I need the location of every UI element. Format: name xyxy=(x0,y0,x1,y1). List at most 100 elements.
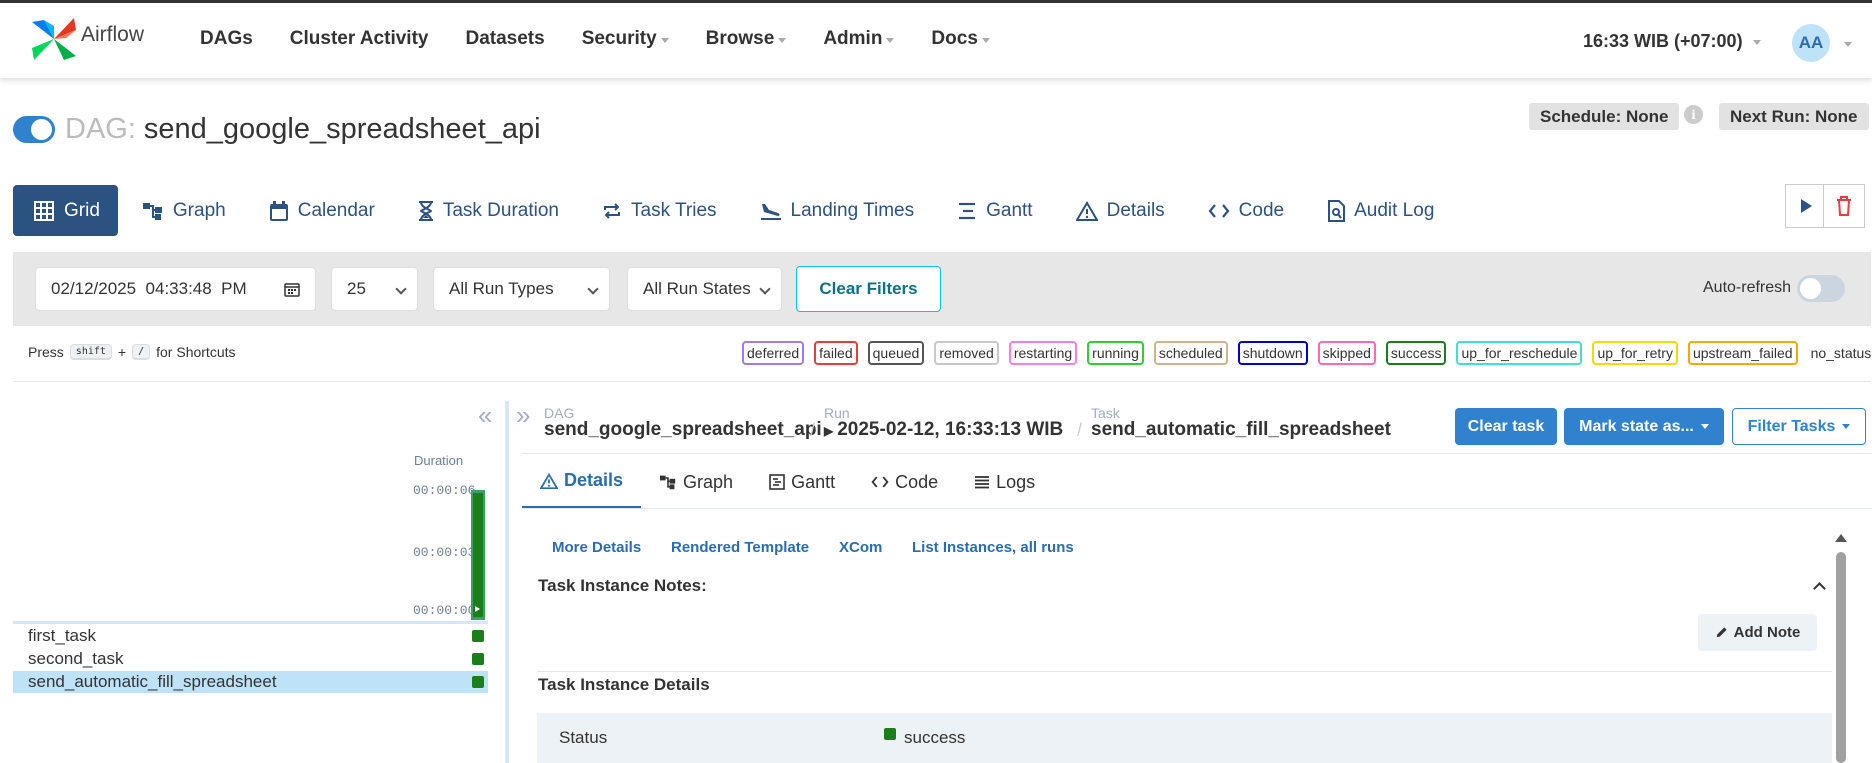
divider xyxy=(13,381,1871,382)
task-row-first-task[interactable]: first_task xyxy=(13,625,488,647)
tab-task-logs[interactable]: Logs xyxy=(956,455,1053,509)
filter-tasks-button[interactable]: Filter Tasks xyxy=(1732,408,1866,445)
base-date-input[interactable]: 02/12/2025 04:33:48 PM xyxy=(35,267,316,311)
tab-audit-log[interactable]: Audit Log xyxy=(1308,185,1453,236)
legend-up-for-retry[interactable]: up_for_retry xyxy=(1592,341,1678,365)
collapse-grid-icon[interactable]: « xyxy=(478,402,492,428)
caret-down-icon xyxy=(981,37,990,43)
chevron-down-icon xyxy=(395,283,407,295)
tab-landing-times-label: Landing Times xyxy=(790,199,915,221)
num-runs-value: 25 xyxy=(347,279,366,298)
legend-upstream-failed[interactable]: upstream_failed xyxy=(1687,341,1798,365)
tab-graph[interactable]: Graph xyxy=(123,185,245,236)
tab-task-graph-label: Graph xyxy=(683,471,734,492)
scroll-up-arrow-icon[interactable] xyxy=(1835,534,1847,542)
info-icon[interactable]: i xyxy=(1684,105,1703,124)
legend-removed[interactable]: removed xyxy=(934,341,999,365)
trigger-dag-button[interactable] xyxy=(1785,184,1827,228)
airflow-logo[interactable]: Airflow xyxy=(30,16,144,62)
shift-key: shift xyxy=(69,344,112,360)
caret-down-icon xyxy=(886,37,895,43)
caret-down-icon xyxy=(778,37,787,43)
tab-task-duration[interactable]: Task Duration xyxy=(399,185,578,236)
task-instance-success[interactable] xyxy=(472,676,484,688)
legend-queued[interactable]: queued xyxy=(867,341,925,365)
tab-calendar[interactable]: Calendar xyxy=(250,185,394,236)
tab-task-tries[interactable]: Task Tries xyxy=(583,185,736,236)
legend-no-status[interactable]: no_status xyxy=(1808,341,1872,365)
run-types-select[interactable]: All Run Types xyxy=(433,267,610,311)
legend-running[interactable]: running xyxy=(1087,341,1144,365)
run-states-select[interactable]: All Run States xyxy=(627,267,782,311)
tab-task-graph[interactable]: Graph xyxy=(641,455,751,509)
dag-pause-toggle[interactable] xyxy=(13,116,55,143)
caret-down-icon xyxy=(1842,424,1851,429)
nav-datasets-label: Datasets xyxy=(465,28,545,49)
user-avatar[interactable]: AA xyxy=(1792,24,1830,62)
tab-grid[interactable]: Grid xyxy=(13,185,118,236)
panel-resizer[interactable] xyxy=(505,401,509,763)
clear-task-button[interactable]: Clear task xyxy=(1455,408,1557,445)
view-tabs: Grid Graph Calendar Task Duration Task T… xyxy=(13,185,1458,236)
shortcuts-plus: + xyxy=(117,344,127,360)
caret-down-icon xyxy=(1752,40,1761,45)
nav-browse[interactable]: Browse xyxy=(706,28,787,50)
breadcrumb-task-value: send_automatic_fill_spreadsheet xyxy=(1091,419,1391,440)
mark-state-button[interactable]: Mark state as... xyxy=(1564,408,1724,445)
auto-refresh-toggle[interactable] xyxy=(1797,275,1845,302)
tab-task-code[interactable]: Code xyxy=(853,455,956,509)
legend-failed[interactable]: failed xyxy=(814,341,858,365)
legend-shutdown[interactable]: shutdown xyxy=(1237,341,1308,365)
dag-header: DAG: send_google_spreadsheet_api xyxy=(13,113,541,146)
tab-details-label: Details xyxy=(1106,199,1165,221)
nav-docs[interactable]: Docs xyxy=(931,28,990,50)
chevron-up-icon[interactable] xyxy=(1813,582,1826,595)
tab-code[interactable]: Code xyxy=(1189,185,1303,236)
tab-task-gantt[interactable]: Gantt xyxy=(751,455,853,509)
calendar-icon[interactable] xyxy=(284,281,300,297)
more-details-link[interactable]: More Details xyxy=(552,539,641,556)
num-runs-select[interactable]: 25 xyxy=(331,267,418,311)
dag-run-bar[interactable] xyxy=(473,493,483,617)
nav-security[interactable]: Security xyxy=(582,28,669,50)
tab-task-duration-label: Task Duration xyxy=(442,199,559,221)
task-instance-success[interactable] xyxy=(472,653,484,665)
legend-skipped[interactable]: skipped xyxy=(1317,341,1376,365)
nav-cluster-activity[interactable]: Cluster Activity xyxy=(290,28,429,50)
add-note-label: Add Note xyxy=(1733,624,1801,641)
scrollbar-thumb[interactable] xyxy=(1836,552,1846,763)
nav-datasets[interactable]: Datasets xyxy=(465,28,544,50)
breadcrumb-run[interactable]: Run ▶ 2025-02-12, 16:33:13 WIB xyxy=(824,405,1063,441)
xcom-link[interactable]: XCom xyxy=(839,539,882,556)
graph-icon xyxy=(660,475,676,490)
tab-landing-times[interactable]: Landing Times xyxy=(741,185,934,236)
delete-dag-button[interactable] xyxy=(1823,184,1865,228)
legend-restarting[interactable]: restarting xyxy=(1008,341,1078,365)
code-icon xyxy=(871,476,889,488)
task-row-send-automatic-fill-spreadsheet[interactable]: send_automatic_fill_spreadsheet xyxy=(13,671,488,693)
tab-gantt[interactable]: Gantt xyxy=(938,185,1051,236)
nav-admin[interactable]: Admin xyxy=(823,28,895,50)
task-row-second-task[interactable]: second_task xyxy=(13,648,488,670)
breadcrumb-task[interactable]: Task send_automatic_fill_spreadsheet xyxy=(1091,405,1391,441)
list-instances-link[interactable]: List Instances, all runs xyxy=(912,539,1074,556)
tab-task-details[interactable]: Details xyxy=(522,455,642,509)
legend-scheduled[interactable]: scheduled xyxy=(1153,341,1228,365)
breadcrumb-dag[interactable]: DAG send_google_spreadsheet_api xyxy=(544,405,822,441)
rendered-template-link[interactable]: Rendered Template xyxy=(671,539,809,556)
legend-up-for-reschedule[interactable]: up_for_reschedule xyxy=(1456,341,1583,365)
legend-deferred[interactable]: deferred xyxy=(742,341,805,365)
nav-docs-label: Docs xyxy=(931,28,978,49)
nav-admin-label: Admin xyxy=(823,28,883,49)
tab-audit-log-label: Audit Log xyxy=(1354,199,1435,221)
clear-filters-button[interactable]: Clear Filters xyxy=(796,266,941,312)
tab-details[interactable]: Details xyxy=(1057,185,1184,236)
legend-success[interactable]: success xyxy=(1385,341,1447,365)
breadcrumb-separator: / xyxy=(1077,420,1083,440)
task-instance-success[interactable] xyxy=(472,630,484,642)
manual-run-icon xyxy=(475,606,480,612)
add-note-button[interactable]: Add Note xyxy=(1698,614,1817,651)
nav-dags[interactable]: DAGs xyxy=(200,28,253,50)
timezone-dropdown[interactable]: 16:33 WIB (+07:00) xyxy=(1583,31,1761,52)
expand-details-icon[interactable]: » xyxy=(516,402,530,428)
